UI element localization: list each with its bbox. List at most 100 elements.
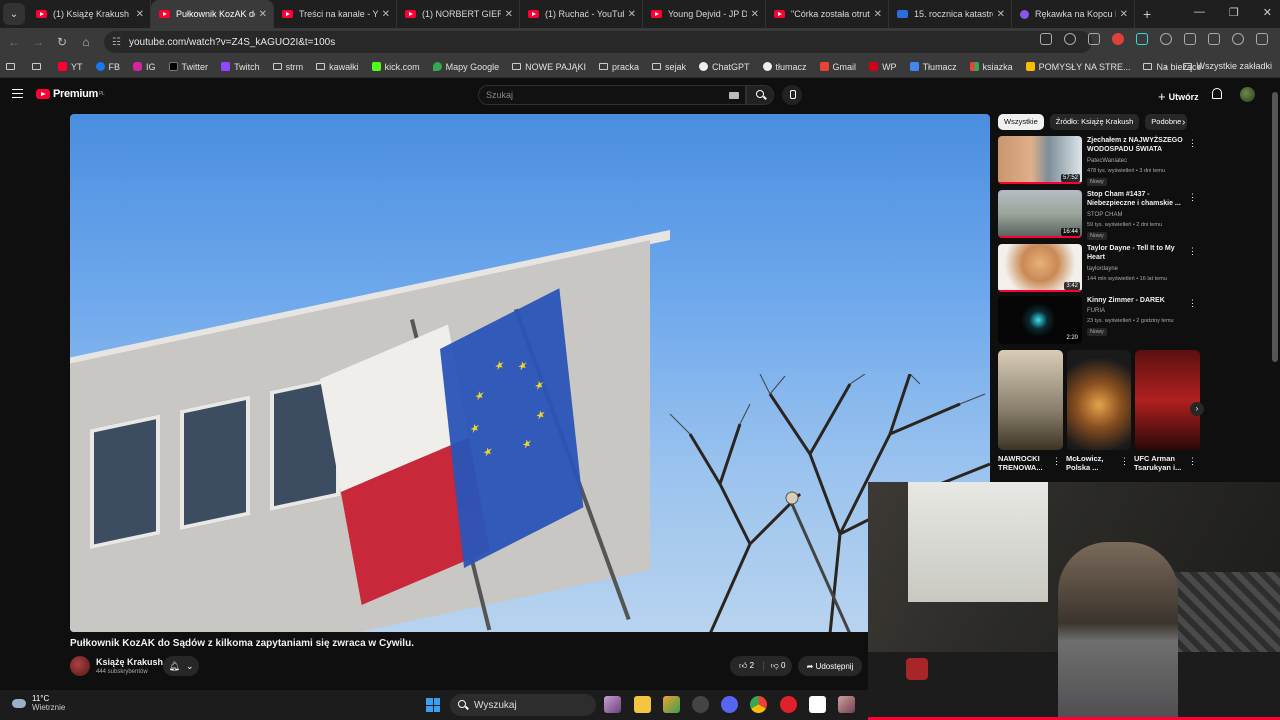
bookmark-maps[interactable]: Mapy Google bbox=[432, 62, 499, 72]
notification-bell-button[interactable]: 🔔︎ ⌄ bbox=[163, 656, 199, 676]
forward-icon[interactable]: → bbox=[26, 35, 50, 49]
page-scrollbar[interactable] bbox=[1272, 92, 1278, 362]
bookmark-fb[interactable]: FB bbox=[95, 62, 120, 72]
bookmark-tlumacz-google[interactable]: Tłumacz bbox=[909, 62, 957, 72]
close-window-icon[interactable]: ✕ bbox=[1263, 6, 1272, 19]
photos-app-icon[interactable] bbox=[604, 696, 621, 713]
address-bar[interactable]: ☷ youtube.com/watch?v=Z4S_kAGUO2I&t=100s bbox=[104, 31, 1092, 53]
video-thumbnail[interactable]: 2:20 bbox=[998, 296, 1082, 344]
notifications-icon[interactable] bbox=[1212, 88, 1222, 99]
recommendation-title[interactable]: Taylor Dayne - Tell It to My Heart bbox=[1087, 244, 1187, 262]
recommendation-channel[interactable]: taylordayne bbox=[1087, 266, 1118, 272]
chevron-right-icon[interactable]: › bbox=[1182, 117, 1185, 128]
chevron-right-icon[interactable]: › bbox=[1164, 61, 1167, 71]
bookmark-chatgpt[interactable]: ChatGPT bbox=[699, 62, 750, 72]
channel-name[interactable]: Książę Krakush bbox=[96, 657, 163, 667]
back-icon[interactable]: ← bbox=[2, 35, 26, 49]
avatar[interactable] bbox=[1240, 87, 1255, 102]
close-icon[interactable]: ✕ bbox=[628, 9, 636, 20]
bookmark-ig[interactable]: IG bbox=[133, 62, 156, 72]
app-icon[interactable] bbox=[692, 696, 709, 713]
more-options-icon[interactable]: ⋮ bbox=[1188, 298, 1197, 309]
recommendation-item[interactable]: 16:44 Stop Cham #1437 - Niebezpieczne i … bbox=[998, 190, 1203, 242]
site-info-icon[interactable]: ☷ bbox=[112, 37, 121, 48]
short-thumbnail[interactable] bbox=[998, 350, 1063, 450]
recommendation-title[interactable]: Kinny Zimmer - DAREK bbox=[1087, 296, 1187, 305]
tab-4[interactable]: (1) NORBERT GIERCZ ✕ bbox=[397, 0, 520, 28]
short-title[interactable]: McŁowicz, Polska ... bbox=[1066, 454, 1124, 472]
video-player[interactable]: ★ ★ ★ ★ ★ ★ ★ ★ bbox=[70, 114, 990, 632]
recommendation-item[interactable]: 57:52 Zjechałem z NAJWYŻSZEGO WODOSPADU … bbox=[998, 136, 1203, 188]
channel-avatar[interactable] bbox=[70, 656, 90, 676]
close-icon[interactable]: ✕ bbox=[505, 9, 513, 20]
opera-icon[interactable] bbox=[780, 696, 797, 713]
short-thumbnail[interactable] bbox=[1066, 350, 1132, 450]
tab-8[interactable]: 15. rocznica katastrof ✕ bbox=[889, 0, 1012, 28]
short-title[interactable]: UFC Arman Tsarukyan i... bbox=[1134, 454, 1192, 472]
apps-icon[interactable] bbox=[6, 63, 19, 70]
chip-source[interactable]: Źródło: Książę Krakush bbox=[1049, 114, 1140, 130]
install-icon[interactable] bbox=[1040, 33, 1052, 45]
recommendation-item[interactable]: 3:42 Taylor Dayne - Tell It to My Heart … bbox=[998, 244, 1203, 296]
maximize-icon[interactable]: ❐ bbox=[1229, 6, 1239, 19]
profile-icon[interactable] bbox=[1232, 33, 1244, 45]
video-thumbnail[interactable]: 16:44 bbox=[998, 190, 1082, 238]
tab-2[interactable]: Pułkownik KozAK do ✕ bbox=[151, 0, 274, 28]
close-icon[interactable]: ✕ bbox=[874, 9, 882, 20]
apps-grid-icon[interactable] bbox=[32, 63, 45, 70]
bookmark-sejak[interactable]: sejak bbox=[652, 62, 686, 72]
dislike-button[interactable]: 👎︎ 0 bbox=[764, 661, 792, 671]
bookmark-kawalki[interactable]: kawałki bbox=[316, 62, 359, 72]
discord-icon[interactable] bbox=[721, 696, 738, 713]
kebab-menu-icon[interactable] bbox=[1256, 33, 1268, 45]
tab-5[interactable]: (1) Ruchać - YouTube ✕ bbox=[520, 0, 643, 28]
short-title[interactable]: NAWROCKI TRENOWA... bbox=[998, 454, 1056, 472]
puzzle-icon[interactable] bbox=[1184, 33, 1196, 45]
bookmark-gmail[interactable]: Gmail bbox=[819, 62, 856, 72]
minimize-icon[interactable]: — bbox=[1194, 6, 1205, 19]
video-thumbnail[interactable]: 3:42 bbox=[998, 244, 1082, 292]
bookmark-ksiazka[interactable]: ksiazka bbox=[969, 62, 1013, 72]
bookmark-nowe-pajaki[interactable]: NOWE PAJĄKI bbox=[512, 62, 586, 72]
tab-7[interactable]: "Córka została otruta ✕ bbox=[766, 0, 889, 28]
tab-1[interactable]: (1) Książę Krakush - Y ✕ bbox=[28, 0, 151, 28]
close-icon[interactable]: ✕ bbox=[997, 9, 1005, 20]
bookmark-twitter[interactable]: Twitter bbox=[168, 62, 208, 72]
all-bookmarks[interactable]: Wszystkie zakładki bbox=[1183, 61, 1272, 71]
bookmark-yt[interactable]: YT bbox=[58, 62, 83, 72]
tab-6[interactable]: Young Dejvid - JP DE ✕ bbox=[643, 0, 766, 28]
close-icon[interactable]: ✕ bbox=[136, 9, 144, 20]
search-button[interactable] bbox=[746, 85, 774, 105]
search-input[interactable]: Szukaj bbox=[478, 85, 746, 105]
close-icon[interactable]: ✕ bbox=[259, 9, 267, 20]
chrome-icon[interactable] bbox=[750, 696, 767, 713]
bookmark-strm[interactable]: strm bbox=[272, 62, 303, 72]
voice-search-button[interactable] bbox=[782, 85, 802, 105]
bookmark-pomysly[interactable]: POMYSŁY NA STRE... bbox=[1025, 62, 1130, 72]
tab-9[interactable]: Rękawka na Kopcu K ✕ bbox=[1012, 0, 1135, 28]
bookmark-star-icon[interactable] bbox=[1088, 33, 1100, 45]
new-tab-button[interactable]: + bbox=[1143, 6, 1151, 22]
more-options-icon[interactable]: ⋮ bbox=[1120, 456, 1129, 467]
bookmark-tlumacz[interactable]: tłumacz bbox=[762, 62, 807, 72]
bookmark-twitch[interactable]: Twitch bbox=[221, 62, 260, 72]
extension-icon[interactable] bbox=[1160, 33, 1172, 45]
more-options-icon[interactable]: ⋮ bbox=[1188, 246, 1197, 257]
media-control-icon[interactable] bbox=[1208, 33, 1220, 45]
reload-icon[interactable]: ↻ bbox=[50, 35, 74, 49]
bookmark-pracka[interactable]: pracka bbox=[598, 62, 639, 72]
chevron-right-icon[interactable]: › bbox=[1190, 402, 1204, 416]
more-options-icon[interactable]: ⋮ bbox=[1188, 138, 1197, 149]
bookmark-wp[interactable]: WP bbox=[869, 62, 897, 72]
recommendation-channel[interactable]: PatecWaniatec bbox=[1087, 158, 1127, 164]
like-button[interactable]: 👍︎ 2 bbox=[730, 661, 764, 671]
taskbar-search[interactable]: Wyszukaj bbox=[450, 694, 596, 716]
more-options-icon[interactable]: ⋮ bbox=[1188, 456, 1197, 467]
home-icon[interactable]: ⌂ bbox=[74, 35, 98, 49]
recommendation-title[interactable]: Zjechałem z NAJWYŻSZEGO WODOSPADU ŚWIATA bbox=[1087, 136, 1187, 154]
more-options-icon[interactable]: ⋮ bbox=[1052, 456, 1061, 467]
tab-search-button[interactable]: ⌄ bbox=[3, 3, 25, 25]
menu-icon[interactable] bbox=[12, 89, 23, 98]
close-icon[interactable]: ✕ bbox=[382, 9, 390, 20]
recommendation-title[interactable]: Stop Cham #1437 - Niebezpieczne i chamsk… bbox=[1087, 190, 1187, 208]
